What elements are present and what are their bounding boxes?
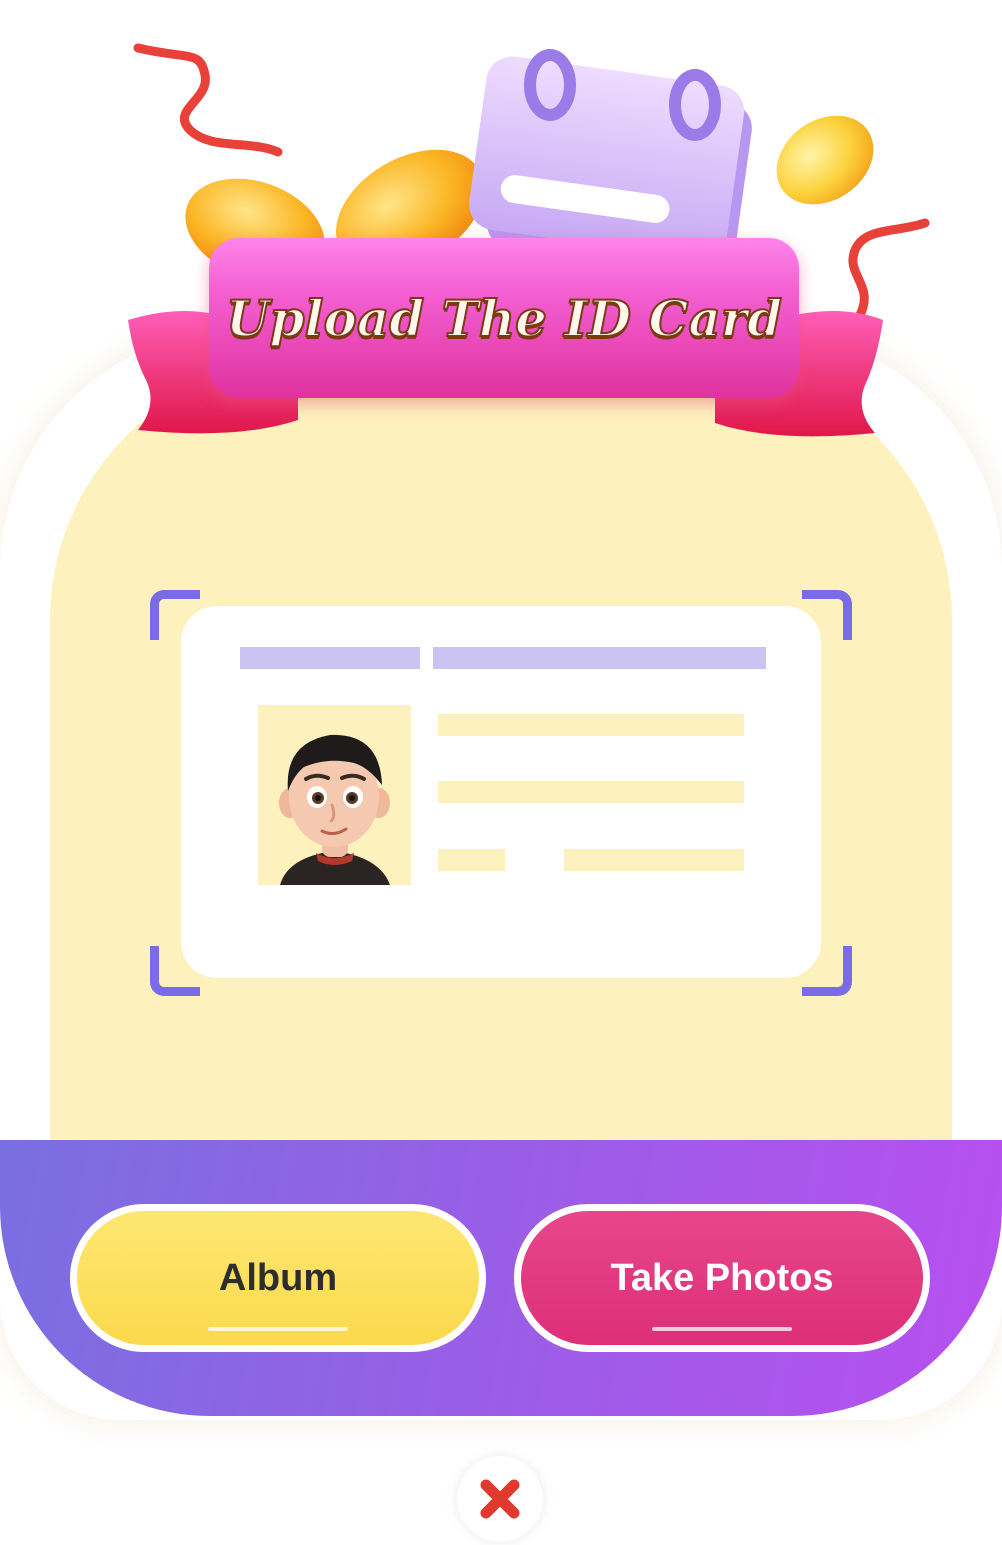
card-text-line: [564, 849, 744, 871]
card-header-bar: [433, 647, 766, 669]
card-text-line: [438, 714, 744, 736]
album-button[interactable]: Album: [70, 1204, 486, 1352]
title-banner: Upload The ID Card: [209, 238, 799, 398]
card-text-line: [438, 849, 505, 871]
page-title: Upload The ID Card: [225, 288, 783, 349]
close-button[interactable]: [457, 1456, 543, 1542]
avatar-illustration: [279, 734, 390, 885]
streamer-left-decoration: [133, 43, 283, 157]
card-photo-frame: [258, 705, 411, 885]
button-shine-decoration: [208, 1327, 348, 1331]
calendar-icon: [469, 49, 752, 255]
take-photos-button-label: Take Photos: [610, 1256, 834, 1299]
id-card-illustration: [181, 606, 821, 978]
album-button-label: Album: [218, 1256, 338, 1299]
take-photos-button[interactable]: Take Photos: [514, 1204, 930, 1352]
button-shine-decoration: [652, 1327, 792, 1331]
card-text-line: [438, 781, 744, 803]
coin-icon: [776, 115, 874, 205]
close-icon: [480, 1479, 520, 1519]
card-header-bar: [240, 647, 420, 669]
